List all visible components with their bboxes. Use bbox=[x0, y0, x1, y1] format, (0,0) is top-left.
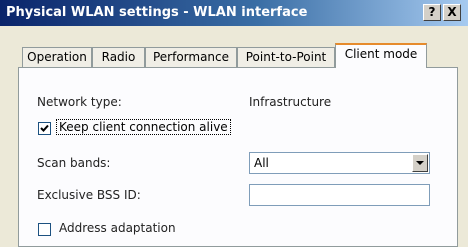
tab-point-to-point[interactable]: Point-to-Point bbox=[237, 47, 335, 67]
exclusive-bss-input[interactable] bbox=[249, 184, 430, 206]
window-title: Physical WLAN settings - WLAN interface bbox=[6, 5, 308, 20]
keep-alive-label[interactable]: Keep client connection alive bbox=[56, 119, 231, 135]
close-button[interactable]: X bbox=[443, 4, 461, 21]
scan-bands-value: All bbox=[254, 156, 269, 170]
scan-bands-select[interactable]: All bbox=[249, 152, 430, 174]
tab-performance[interactable]: Performance bbox=[145, 47, 237, 67]
close-icon: X bbox=[447, 5, 457, 19]
title-bar[interactable]: Physical WLAN settings - WLAN interface … bbox=[0, 0, 468, 26]
chevron-down-icon bbox=[416, 161, 424, 165]
tab-radio[interactable]: Radio bbox=[92, 47, 145, 67]
help-icon: ? bbox=[428, 5, 436, 19]
scan-bands-label: Scan bands: bbox=[37, 156, 111, 170]
network-type-value: Infrastructure bbox=[249, 95, 332, 109]
help-button[interactable]: ? bbox=[423, 4, 441, 21]
keep-alive-checkbox[interactable] bbox=[38, 122, 51, 135]
checkmark-icon bbox=[40, 124, 49, 132]
tab-client-mode[interactable]: Client mode bbox=[335, 43, 427, 68]
address-adaptation-checkbox[interactable] bbox=[38, 223, 51, 236]
dropdown-button[interactable] bbox=[412, 154, 428, 172]
tab-operation[interactable]: Operation bbox=[22, 47, 92, 67]
network-type-label: Network type: bbox=[37, 95, 122, 109]
exclusive-bss-label: Exclusive BSS ID: bbox=[37, 188, 141, 202]
address-adaptation-label: Address adaptation bbox=[59, 221, 176, 235]
